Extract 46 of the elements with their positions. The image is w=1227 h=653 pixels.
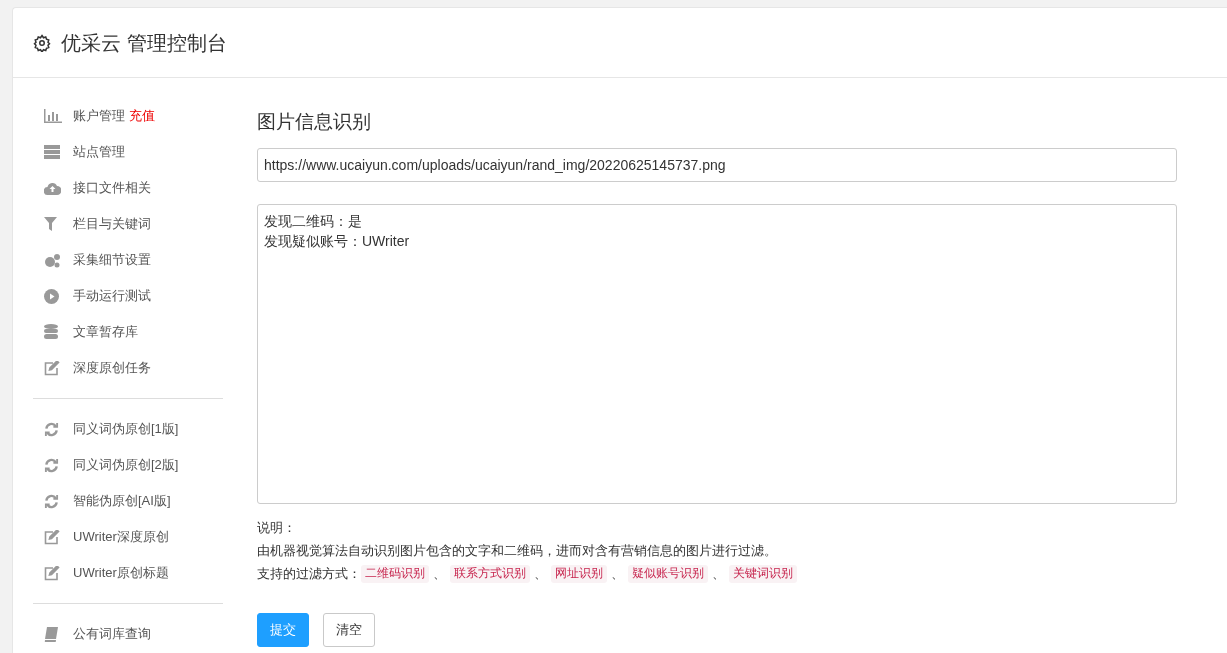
edit-icon bbox=[44, 529, 60, 545]
filter-methods-label: 支持的过滤方式： bbox=[257, 565, 361, 583]
sidebar-item[interactable]: 栏目与关键词 bbox=[73, 214, 151, 234]
sidebar-item[interactable]: 智能伪原创[AI版] bbox=[73, 491, 171, 511]
sidebar-item[interactable]: 站点管理 bbox=[73, 142, 125, 162]
sidebar-item[interactable]: 公有词库查询 bbox=[73, 624, 151, 644]
edit-icon bbox=[44, 565, 60, 581]
clear-button[interactable]: 清空 bbox=[323, 613, 375, 647]
result-box[interactable]: 发现二维码：是 发现疑似账号：UWriter bbox=[257, 204, 1177, 504]
bar-chart-icon bbox=[44, 109, 62, 123]
sidebar-item[interactable]: 文章暂存库 bbox=[73, 322, 138, 342]
sidebar-item[interactable]: 接口文件相关 bbox=[73, 178, 151, 198]
recharge-link[interactable]: 充值 bbox=[129, 106, 155, 126]
sidebar-item[interactable]: 手动运行测试 bbox=[73, 286, 151, 306]
separator: 、 bbox=[534, 565, 547, 583]
settings-icon bbox=[33, 33, 51, 52]
cloud-upload-icon bbox=[44, 181, 61, 195]
play-icon bbox=[44, 288, 59, 304]
database-icon bbox=[44, 324, 58, 340]
separator: 、 bbox=[433, 565, 446, 583]
filter-icon bbox=[44, 217, 57, 231]
filter-method-tag: 疑似账号识别 bbox=[628, 564, 708, 583]
separator: 、 bbox=[712, 565, 725, 583]
book-icon bbox=[44, 626, 58, 642]
sidebar-item[interactable]: 深度原创任务 bbox=[73, 358, 151, 378]
refresh-icon bbox=[44, 493, 59, 509]
sidebar-item[interactable]: 同义词伪原创[1版] bbox=[73, 419, 179, 439]
filter-method-tag: 关键词识别 bbox=[729, 564, 797, 583]
url-field[interactable]: https://www.ucaiyun.com/uploads/ucaiyun/rand_img/20220625145737.png bbox=[257, 148, 1177, 182]
server-icon bbox=[44, 145, 60, 159]
sidebar-item[interactable]: UWriter原创标题 bbox=[73, 563, 169, 583]
filter-method-tag: 网址识别 bbox=[551, 564, 607, 583]
notes-description: 由机器视觉算法自动识别图片包含的文字和二维码，进而对含有营销信息的图片进行过滤。 bbox=[257, 542, 778, 560]
sidebar-item[interactable]: UWriter深度原创 bbox=[73, 527, 169, 547]
edit-icon bbox=[44, 360, 60, 376]
notes-heading: 说明： bbox=[257, 519, 297, 537]
app-title: 优采云 管理控制台 bbox=[61, 30, 227, 56]
filter-method-tag: 联系方式识别 bbox=[450, 564, 530, 583]
refresh-icon bbox=[44, 457, 59, 473]
sidebar-item[interactable]: 同义词伪原创[2版] bbox=[73, 455, 179, 475]
sidebar-item[interactable]: 采集细节设置 bbox=[73, 250, 151, 270]
sidebar-item[interactable]: 账户管理 bbox=[73, 106, 125, 126]
separator: 、 bbox=[611, 565, 624, 583]
filter-method-tag: 二维码识别 bbox=[361, 564, 429, 583]
page-title: 图片信息识别 bbox=[257, 110, 372, 134]
refresh-icon bbox=[44, 421, 59, 437]
